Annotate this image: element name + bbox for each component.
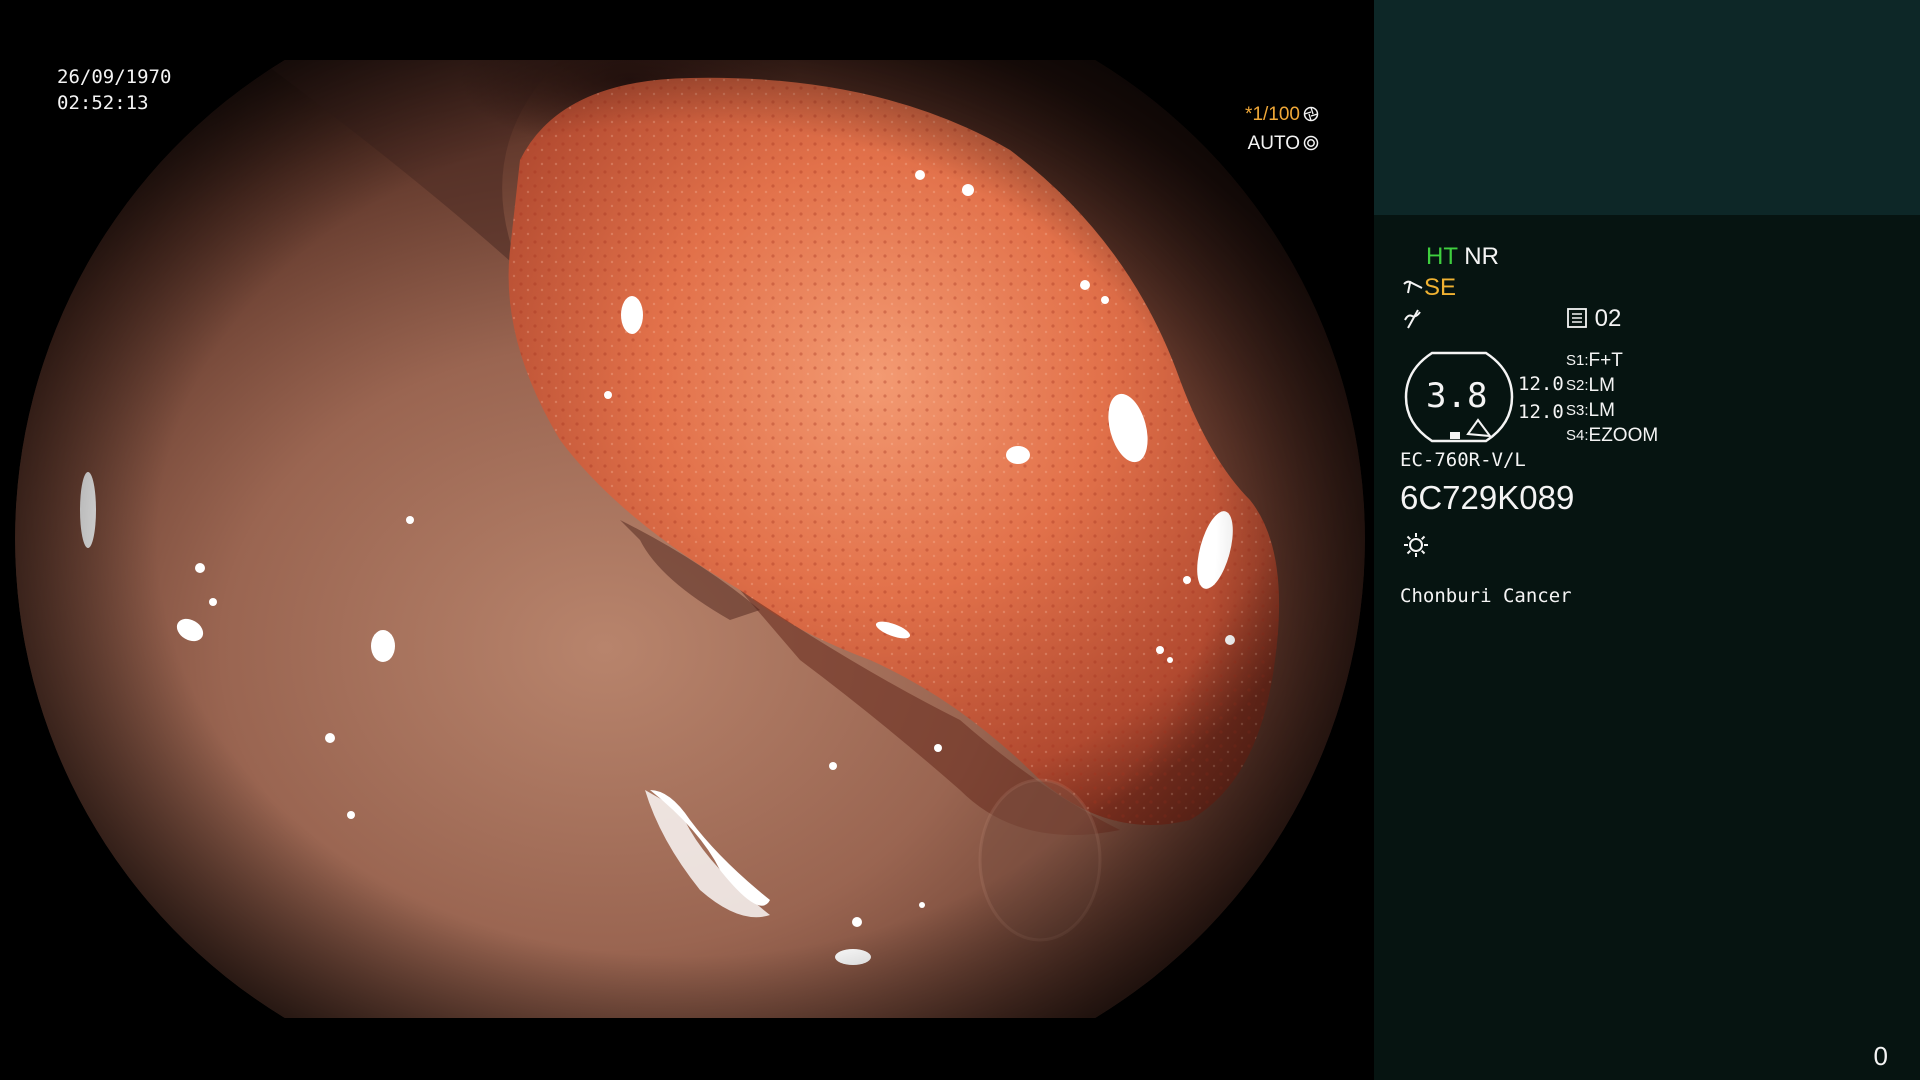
se-status: SE: [1402, 274, 1456, 302]
dial-value: 3.8: [1426, 376, 1488, 416]
panel-header-area: [1374, 0, 1920, 215]
scope-setting-s3: S3:LM: [1566, 400, 1615, 421]
institution-name: Chonburi Cancer: [1400, 585, 1572, 607]
shutter-speed: *1/100: [1245, 104, 1300, 125]
scope-setting-s2: S2:LM: [1566, 375, 1615, 396]
date-time-stamp: 26/09/1970 02:52:13: [57, 64, 171, 116]
nr-indicator: NR: [1464, 243, 1499, 270]
memory-preset: 02: [1566, 305, 1621, 333]
scope-serial: 6C729K089: [1400, 479, 1575, 516]
endoscope-viewport: 26/09/1970 02:52:13 *1/100 AUTO: [0, 0, 1374, 1080]
setting-value-1: 12.0: [1518, 373, 1564, 395]
se-indicator: SE: [1424, 274, 1457, 301]
scope-setting-s4: S4:EZOOM: [1566, 425, 1659, 446]
frame-counter: 0: [1873, 1041, 1888, 1071]
scope-tip-icon: [1403, 280, 1423, 294]
exposure-indicator: *1/100 AUTO: [1245, 100, 1319, 158]
gear-icon: [1303, 135, 1319, 151]
enhance-icon: [1404, 309, 1421, 329]
scope-model: EC-760R-V/L: [1400, 449, 1526, 471]
memory-icon: [1567, 308, 1587, 328]
lamp-icon: [1404, 533, 1428, 557]
shutter-icon: [1303, 106, 1319, 122]
enhancement-status: HT NR: [1426, 243, 1499, 271]
ht-indicator: HT: [1426, 243, 1458, 270]
exam-date: 26/09/1970: [57, 66, 172, 88]
preset-number: 02: [1594, 305, 1622, 332]
endoscopic-image: [15, 60, 1365, 1018]
setting-value-2: 12.0: [1518, 401, 1564, 423]
exam-time: 02:52:13: [57, 92, 149, 114]
info-panel: HT NR SE 02 3.8 12.0 12.0 S1:F+T S2:LM S…: [1374, 0, 1920, 1080]
scope-switch-settings: S1:F+T S2:LM S3:LM S4:EZOOM: [1566, 347, 1658, 450]
scope-setting-s1: S1:F+T: [1566, 350, 1623, 371]
iris-mode: AUTO: [1247, 133, 1300, 154]
